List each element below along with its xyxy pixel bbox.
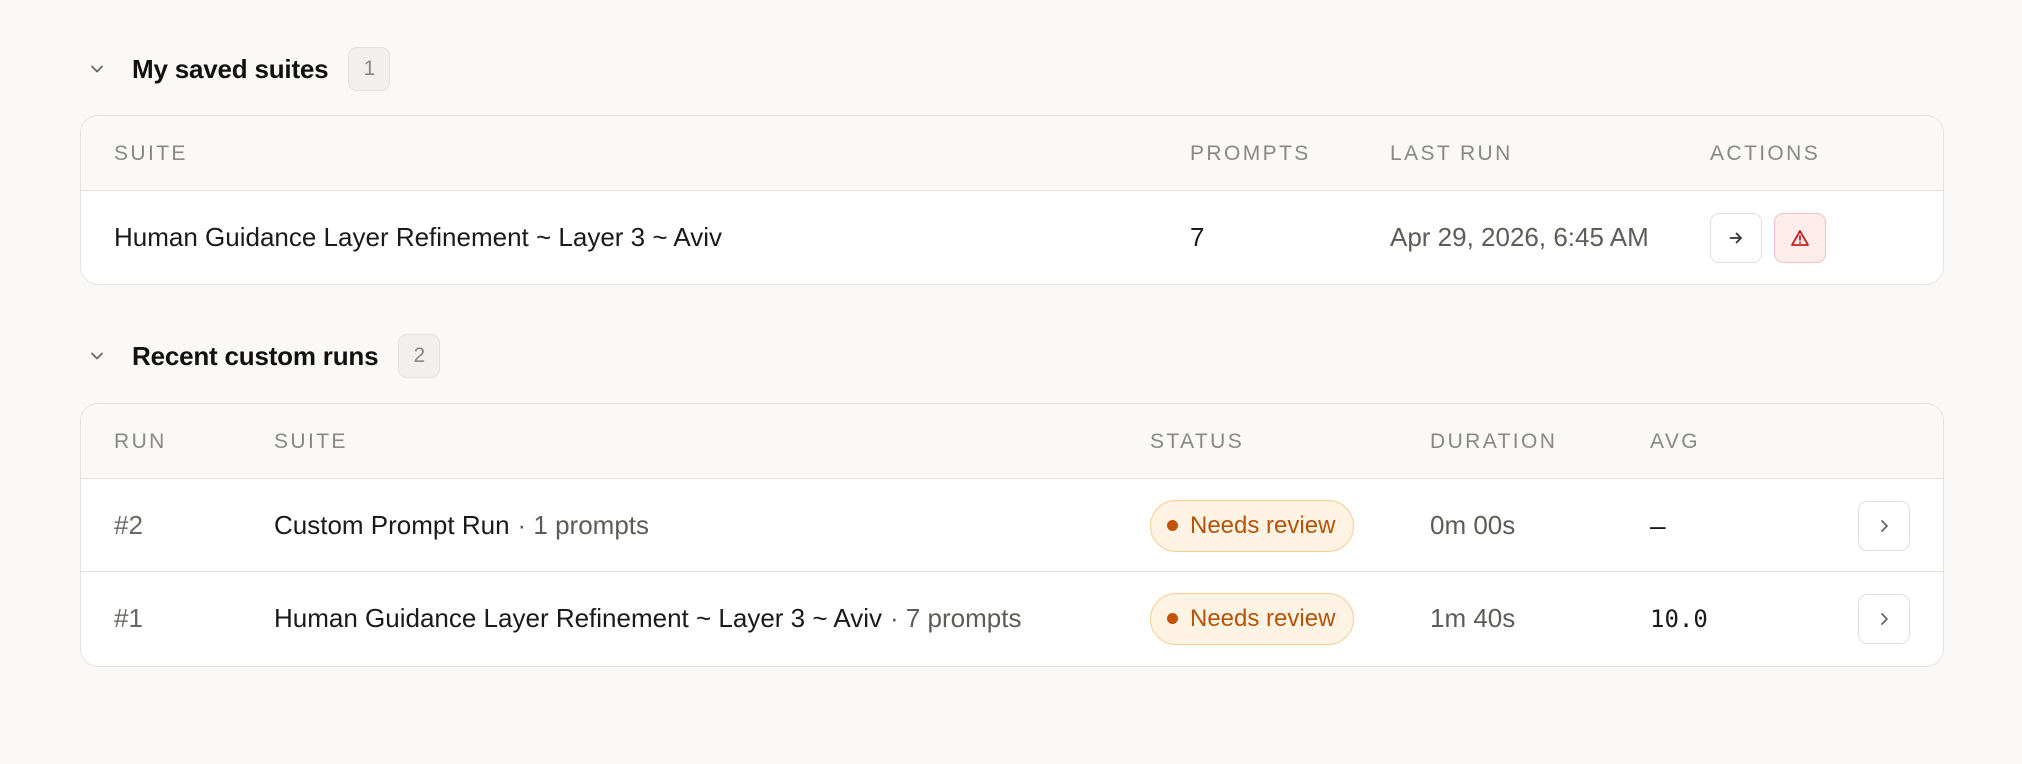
section-title: My saved suites [132, 53, 329, 84]
chevron-right-icon [1881, 519, 1888, 532]
saved-suites-header: My saved suites 1 [80, 46, 391, 92]
open-run-button[interactable] [1858, 500, 1910, 551]
count-badge: 1 [348, 47, 391, 91]
column-header-status: STATUS [1150, 429, 1245, 453]
run-number: #2 [114, 510, 143, 540]
table-header: RUN SUITE STATUS DURATION AVG [81, 404, 1943, 479]
column-header-suite: SUITE [274, 429, 348, 453]
status-label: Needs review [1190, 511, 1336, 539]
column-header-last-run: LAST RUN [1390, 141, 1513, 165]
run-number: #1 [114, 603, 143, 633]
run-suite: Custom Prompt Run · 1 prompts [274, 479, 649, 572]
open-run-cell [1858, 572, 1910, 665]
column-header-run: RUN [114, 429, 167, 453]
suite-name: Human Guidance Layer Refinement ~ Layer … [114, 222, 722, 252]
run-suite-button[interactable] [1710, 212, 1762, 263]
table-row[interactable]: #2 Custom Prompt Run · 1 prompts Needs r… [81, 479, 1943, 572]
open-run-button[interactable] [1858, 593, 1910, 644]
delete-suite-button[interactable] [1774, 212, 1826, 263]
chevron-down-icon [91, 65, 103, 73]
suite-name: Custom Prompt Run [274, 510, 510, 540]
recent-runs-table: RUN SUITE STATUS DURATION AVG #2 Custom … [80, 403, 1944, 667]
collapse-saved-suites-button[interactable] [80, 52, 114, 86]
status-badge: Needs review [1150, 592, 1355, 645]
recent-runs-header: Recent custom runs 2 [80, 333, 441, 379]
status-badge: Needs review [1150, 499, 1355, 552]
status-label: Needs review [1190, 604, 1336, 632]
table-row: Human Guidance Layer Refinement ~ Layer … [81, 191, 1943, 284]
column-header-prompts: PROMPTS [1190, 141, 1311, 165]
count-badge: 2 [398, 334, 441, 378]
column-header-suite: SUITE [114, 141, 188, 165]
section-title: Recent custom runs [132, 340, 379, 371]
run-suite: Human Guidance Layer Refinement ~ Layer … [274, 572, 1021, 665]
status-dot-icon [1167, 613, 1178, 624]
run-duration: 0m 00s [1430, 510, 1516, 540]
open-run-cell [1858, 479, 1910, 572]
row-actions [1710, 191, 1826, 284]
warning-triangle-icon [1791, 229, 1809, 246]
suite-name: Human Guidance Layer Refinement ~ Layer … [274, 603, 882, 633]
saved-suites-table: SUITE PROMPTS LAST RUN ACTIONS Human Gui… [80, 115, 1944, 285]
column-header-actions: ACTIONS [1710, 141, 1821, 165]
status-cell: Needs review [1150, 572, 1355, 665]
table-row[interactable]: #1 Human Guidance Layer Refinement ~ Lay… [81, 572, 1943, 665]
column-header-duration: DURATION [1430, 429, 1558, 453]
run-duration: 1m 40s [1430, 603, 1516, 633]
run-avg: 10.0 [1650, 604, 1708, 633]
run-avg: – [1650, 509, 1666, 541]
collapse-recent-runs-button[interactable] [80, 339, 114, 373]
chevron-down-icon [91, 352, 103, 360]
prompt-count: · 7 prompts [889, 603, 1022, 633]
status-dot-icon [1167, 520, 1178, 531]
last-run-date: Apr 29, 2026, 6:45 AM [1390, 222, 1649, 252]
status-cell: Needs review [1150, 479, 1355, 572]
chevron-right-icon [1881, 612, 1888, 625]
prompts-count: 7 [1190, 222, 1205, 252]
table-header: SUITE PROMPTS LAST RUN ACTIONS [81, 116, 1943, 191]
prompt-count: · 1 prompts [517, 510, 650, 540]
column-header-avg: AVG [1650, 429, 1700, 453]
arrow-right-icon [1729, 232, 1742, 243]
